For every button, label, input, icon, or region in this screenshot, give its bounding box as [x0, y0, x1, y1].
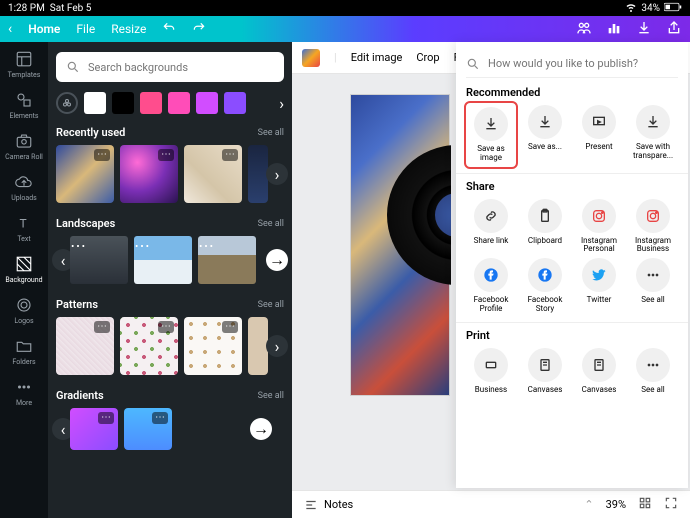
thumb-recent-2[interactable]: ⋯ — [120, 145, 178, 203]
rail-camera[interactable]: Camera Roll — [5, 132, 43, 161]
color-row: › — [56, 92, 284, 114]
share-see-all-button[interactable]: See all — [628, 258, 678, 314]
rail-elements[interactable]: Elements — [9, 91, 38, 120]
collab-icon[interactable] — [576, 20, 592, 39]
section-patterns-title: Patterns — [56, 298, 98, 311]
chart-icon[interactable] — [606, 20, 622, 39]
color-picker-button[interactable] — [56, 92, 78, 114]
chevron-right-icon[interactable]: › — [266, 163, 288, 185]
thumb-pattern-3[interactable]: ⋯ — [184, 317, 242, 375]
resize-menu[interactable]: Resize — [111, 22, 146, 36]
svg-text:T: T — [20, 217, 27, 231]
share-link-button[interactable]: Share link — [466, 199, 516, 255]
print-canvases2-button[interactable]: Canvases — [574, 348, 624, 395]
next-arrow-button[interactable]: → — [266, 249, 288, 271]
search-input[interactable] — [88, 61, 274, 74]
thumb-pattern-4[interactable] — [248, 317, 268, 375]
status-right: 34% — [625, 1, 682, 16]
rail-more[interactable]: More — [15, 378, 33, 407]
rail-templates[interactable]: Templates — [8, 50, 41, 79]
swatch-violet[interactable] — [224, 92, 246, 114]
rail-uploads[interactable]: Uploads — [11, 173, 37, 202]
wifi-icon — [625, 1, 637, 16]
page-up-handle[interactable]: ⌃ — [584, 498, 593, 511]
thumb-recent-4[interactable] — [248, 145, 268, 203]
thumb-recent-1[interactable]: ⋯ — [56, 145, 114, 203]
print-see-all-button[interactable]: See all — [628, 348, 678, 395]
present-button[interactable]: Present — [574, 105, 624, 165]
rail-folders[interactable]: Folders — [12, 337, 35, 366]
instagram-personal-button[interactable]: Instagram Personal — [574, 199, 624, 255]
next-arrow-button[interactable]: → — [250, 418, 272, 440]
thumb-pattern-2[interactable]: ⋯ — [120, 317, 178, 375]
twitter-button[interactable]: Twitter — [574, 258, 624, 314]
thumb-landscape-2[interactable]: ⋯ — [134, 236, 192, 284]
rail-background[interactable]: Background — [5, 255, 42, 284]
search-box[interactable] — [56, 52, 284, 82]
save-as-image-button[interactable]: Save as image — [464, 101, 518, 169]
notes-button[interactable]: Notes — [304, 498, 353, 512]
see-all-landscapes[interactable]: See all — [258, 219, 284, 229]
print-business-button[interactable]: Business — [466, 348, 516, 395]
thumb-pattern-1[interactable]: ⋯ — [56, 317, 114, 375]
rail-text[interactable]: TText — [15, 214, 33, 243]
save-as-button[interactable]: Save as... — [520, 105, 570, 165]
back-button[interactable]: ‹ — [8, 21, 12, 37]
print-heading: Print — [466, 329, 678, 342]
facebook-story-button[interactable]: Facebook Story — [520, 258, 570, 314]
clipboard-button[interactable]: Clipboard — [520, 199, 570, 255]
search-icon — [466, 57, 480, 71]
search-icon — [66, 60, 80, 74]
redo-button[interactable] — [192, 21, 206, 38]
rail-logos[interactable]: Logos — [14, 296, 33, 325]
chevron-right-icon[interactable]: › — [266, 335, 288, 357]
thumb-landscape-3[interactable]: ⋯ — [198, 236, 256, 284]
facebook-profile-button[interactable]: Facebook Profile — [466, 258, 516, 314]
publish-search-input[interactable] — [488, 57, 678, 70]
thumb-gradient-1[interactable]: ⋯ — [70, 408, 118, 450]
print-canvases-button[interactable]: Canvases — [520, 348, 570, 395]
thumb-gradient-2[interactable]: ⋯ — [124, 408, 172, 450]
grid-view-icon[interactable] — [638, 496, 652, 513]
section-gradients-title: Gradients — [56, 389, 104, 402]
battery-icon — [664, 2, 682, 15]
see-all-recent[interactable]: See all — [258, 128, 284, 138]
swatch-magenta[interactable] — [168, 92, 190, 114]
share-icon[interactable] — [666, 20, 682, 39]
canvas-artwork[interactable] — [350, 94, 450, 396]
status-time: 1:28 PM Sat Feb 5 — [8, 3, 91, 14]
see-all-gradients[interactable]: See all — [258, 391, 284, 401]
publish-panel: Recommended Save as image Save as... Pre… — [456, 42, 688, 488]
instagram-business-button[interactable]: Instagram Business — [628, 199, 678, 255]
swatch-white[interactable] — [84, 92, 106, 114]
thumb-landscape-1[interactable]: ⋯ — [70, 236, 128, 284]
crop-button[interactable]: Crop — [416, 51, 439, 64]
swatch-purple[interactable] — [196, 92, 218, 114]
save-transparent-button[interactable]: Save with transpare... — [628, 105, 678, 165]
undo-button[interactable] — [162, 21, 176, 38]
recommended-heading: Recommended — [466, 86, 678, 99]
section-recent-title: Recently used — [56, 126, 125, 139]
fullscreen-icon[interactable] — [664, 496, 678, 513]
file-menu[interactable]: File — [76, 22, 95, 36]
thumb-recent-3[interactable]: ⋯ — [184, 145, 242, 203]
share-heading: Share — [466, 180, 678, 193]
home-button[interactable]: Home — [28, 22, 60, 36]
swatch-black[interactable] — [112, 92, 134, 114]
chevron-right-icon[interactable]: › — [279, 94, 284, 113]
image-color-button[interactable] — [302, 49, 320, 67]
swatch-pink[interactable] — [140, 92, 162, 114]
edit-image-button[interactable]: Edit image — [351, 51, 403, 64]
see-all-patterns[interactable]: See all — [258, 300, 284, 310]
zoom-level[interactable]: 39% — [606, 498, 626, 511]
download-icon[interactable] — [636, 20, 652, 39]
section-landscapes-title: Landscapes — [56, 217, 115, 230]
